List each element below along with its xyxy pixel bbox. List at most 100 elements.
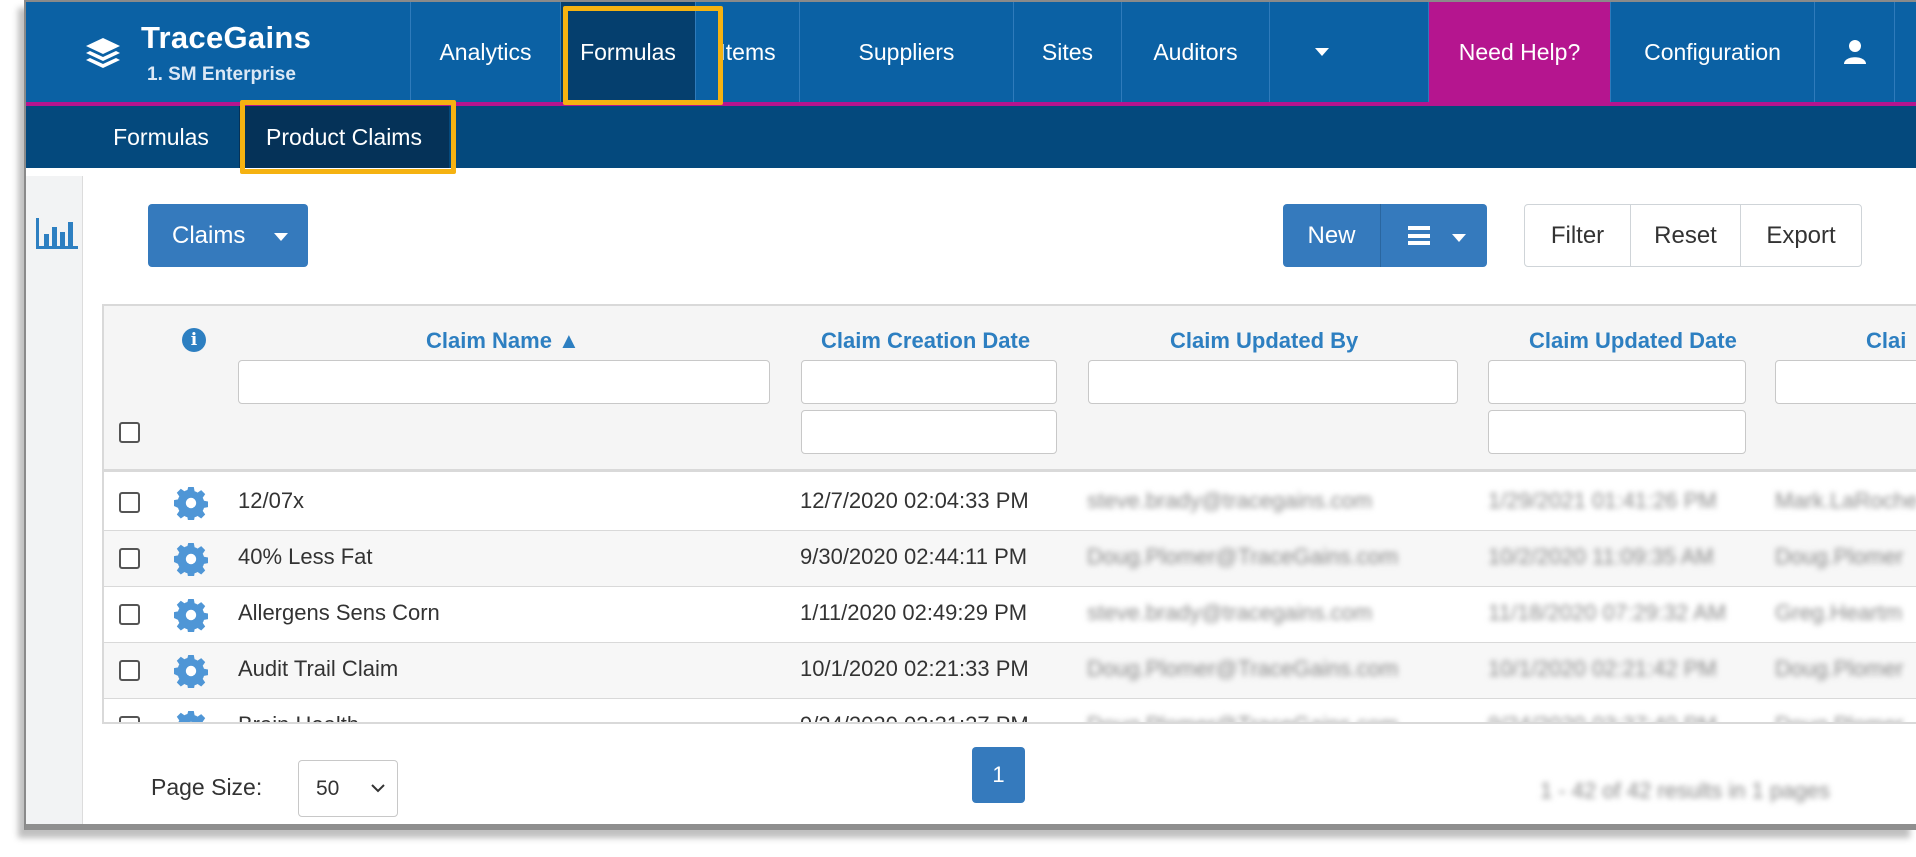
column-claim-updated-by[interactable]: Claim Updated By — [1170, 328, 1358, 354]
claims-grid: i Claim Name ▲ Claim Creation Date Claim… — [102, 304, 1916, 724]
gear-icon[interactable] — [174, 542, 208, 576]
caret-down-icon — [1452, 234, 1466, 242]
row-checkbox[interactable] — [119, 492, 140, 513]
nav-auditors[interactable]: Auditors — [1121, 2, 1269, 102]
cell-claim-name: Audit Trail Claim — [238, 656, 399, 681]
gear-icon[interactable] — [174, 654, 208, 688]
gear-icon[interactable] — [174, 598, 208, 632]
nav-items[interactable]: Items — [695, 2, 799, 102]
table-row[interactable]: Audit Trail Claim 10/1/2020 02:21:33 PM … — [104, 643, 1916, 699]
row-checkbox[interactable] — [119, 604, 140, 625]
cell-next: Doug.Plomer — [1775, 656, 1904, 681]
cell-next: Doug.Plomer — [1775, 712, 1903, 722]
claims-view-dropdown[interactable]: Claims — [148, 204, 308, 267]
filter-button-group: Filter Reset Export — [1524, 204, 1862, 267]
table-row[interactable]: 40% Less Fat 9/30/2020 02:44:11 PM Doug.… — [104, 531, 1916, 587]
row-checkbox[interactable] — [119, 660, 140, 681]
brand[interactable]: TraceGains 1. SM Enterprise — [26, 2, 410, 102]
cell-updated-by: Doug.Plomer@TraceGains.com — [1087, 712, 1398, 722]
cell-creation-date: 1/11/2020 02:49:29 PM — [800, 600, 1028, 625]
subnav-label: Formulas — [113, 123, 209, 150]
nav-analytics[interactable]: Analytics — [410, 2, 560, 102]
need-help-button[interactable]: Need Help? — [1428, 2, 1610, 102]
claims-view-label: Claims — [172, 221, 246, 249]
layers-icon — [86, 38, 120, 68]
cell-next: Doug.Plomer — [1775, 544, 1904, 569]
creation-date-from-input[interactable] — [801, 360, 1057, 404]
claim-name-filter-input[interactable] — [238, 360, 770, 404]
cell-updated-date: 10/1/2020 02:21:42 PM — [1488, 656, 1717, 681]
cell-updated-date: 11/18/2020 07:29:32 AM — [1488, 600, 1727, 625]
filter-button[interactable]: Filter — [1525, 205, 1631, 266]
column-claim-creation-date[interactable]: Claim Creation Date — [821, 328, 1030, 354]
new-label: New — [1307, 221, 1356, 249]
updated-date-to-input[interactable] — [1488, 410, 1746, 454]
cell-updated-by: Doug.Plomer@TraceGains.com — [1087, 544, 1399, 569]
cell-creation-date: 12/7/2020 02:04:33 PM — [800, 488, 1029, 513]
cell-updated-date: 1/29/2021 01:41:26 PM — [1488, 488, 1717, 513]
column-claim-name[interactable]: Claim Name ▲ — [426, 328, 580, 354]
cell-claim-name: 40% Less Fat — [238, 544, 373, 569]
table-row[interactable]: 12/07x 12/7/2020 02:04:33 PM steve.brady… — [104, 475, 1916, 531]
column-next[interactable]: Clai — [1866, 328, 1906, 354]
cell-next: Greg.Heartm — [1775, 600, 1903, 625]
reset-button[interactable]: Reset — [1631, 205, 1741, 266]
nav-more-dropdown[interactable] — [1269, 2, 1373, 102]
cell-updated-date: 10/2/2020 11:09:35 AM — [1488, 544, 1714, 569]
nav-label: Formulas — [580, 38, 676, 65]
cell-claim-name: Brain Health — [238, 712, 359, 722]
caret-down-icon — [274, 233, 288, 241]
new-button-group: New — [1283, 204, 1487, 267]
page-size-value: 50 — [316, 776, 340, 800]
cell-claim-name: 12/07x — [238, 488, 305, 513]
subnav-formulas[interactable]: Formulas — [86, 106, 236, 168]
page-size-label: Page Size: — [151, 774, 263, 800]
updated-date-from-input[interactable] — [1488, 360, 1746, 404]
cell-creation-date: 10/1/2020 02:21:33 PM — [800, 656, 1029, 681]
organization-name: 1. SM Enterprise — [147, 64, 296, 85]
updated-by-filter-input[interactable] — [1088, 360, 1458, 404]
nav-sites[interactable]: Sites — [1013, 2, 1121, 102]
reset-label: Reset — [1654, 221, 1717, 249]
export-button[interactable]: Export — [1741, 205, 1861, 266]
row-checkbox[interactable] — [119, 716, 140, 722]
top-navbar: TraceGains 1. SM Enterprise Analytics Fo… — [26, 2, 1916, 106]
new-button[interactable]: New — [1283, 204, 1381, 267]
page-button-current[interactable]: 1 — [972, 747, 1025, 803]
cell-creation-date: 9/30/2020 02:44:11 PM — [800, 544, 1028, 569]
nav-formulas[interactable]: Formulas — [560, 2, 695, 102]
configuration-label: Configuration — [1644, 38, 1781, 65]
table-row[interactable]: Allergens Sens Corn 1/11/2020 02:49:29 P… — [104, 587, 1916, 643]
grid-header: i Claim Name ▲ Claim Creation Date Claim… — [104, 306, 1916, 472]
gear-icon[interactable] — [174, 486, 208, 520]
creation-date-to-input[interactable] — [801, 410, 1057, 454]
info-icon[interactable]: i — [182, 328, 206, 352]
nav-configuration[interactable]: Configuration — [1610, 2, 1814, 102]
row-checkbox[interactable] — [119, 548, 140, 569]
cell-updated-date: 9/24/2020 03:37:40 PM — [1488, 712, 1717, 722]
sub-navbar: Formulas Product Claims — [26, 106, 1916, 168]
actions-menu-button[interactable] — [1382, 204, 1487, 267]
brand-title: TraceGains — [141, 20, 312, 55]
results-summary: 1 - 42 of 42 results in 1 pages — [1540, 778, 1830, 803]
user-icon — [1843, 40, 1866, 64]
select-all-checkbox[interactable] — [119, 422, 140, 443]
next-column-filter-input[interactable] — [1775, 360, 1916, 404]
caret-down-icon — [1314, 48, 1329, 56]
cell-creation-date: 9/24/2020 03:31:27 PM — [800, 712, 1029, 722]
table-row[interactable]: Brain Health 9/24/2020 03:31:27 PM Doug.… — [104, 699, 1916, 724]
user-menu[interactable] — [1814, 2, 1894, 102]
nav-label: Auditors — [1153, 38, 1238, 65]
gear-icon[interactable] — [174, 710, 208, 724]
subnav-product-claims[interactable]: Product Claims — [239, 106, 449, 168]
nav-edge — [1894, 2, 1916, 102]
page-size-select[interactable]: 50 — [298, 760, 398, 817]
nav-suppliers[interactable]: Suppliers — [799, 2, 1013, 102]
column-claim-updated-date[interactable]: Claim Updated Date — [1529, 328, 1737, 354]
help-label: Need Help? — [1458, 38, 1581, 65]
cell-claim-name: Allergens Sens Corn — [238, 600, 440, 625]
cell-next: Mark.LaRoche — [1775, 488, 1916, 513]
nav-label: Items — [719, 38, 776, 65]
bar-chart-icon[interactable] — [35, 214, 79, 250]
subnav-label: Product Claims — [266, 123, 422, 150]
